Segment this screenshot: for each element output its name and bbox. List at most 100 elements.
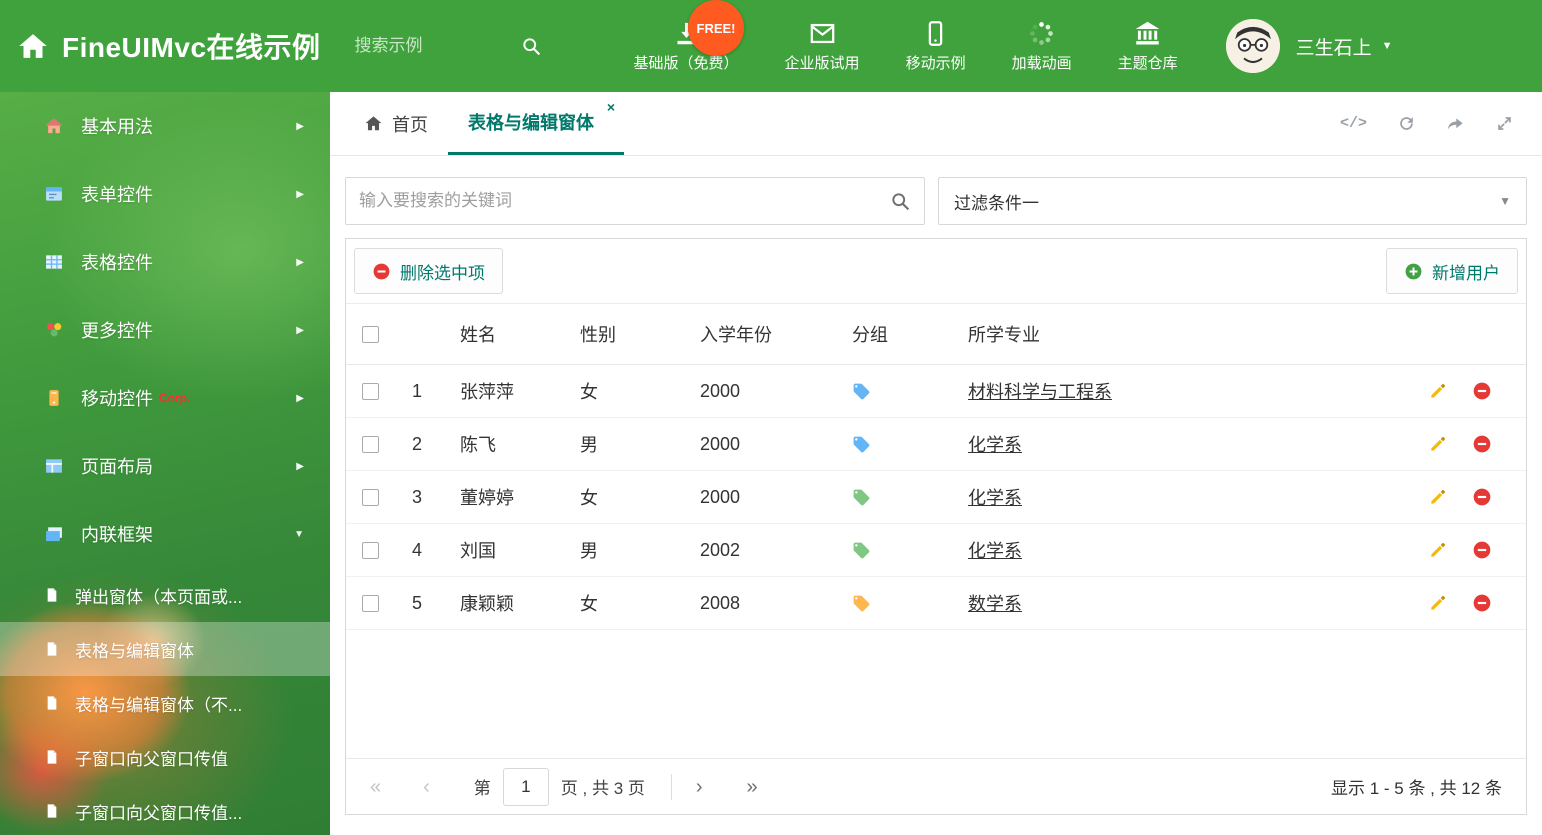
table-row: 5 康颖颖 女 2008 数学系 [346,576,1526,630]
row-checkbox[interactable] [362,436,379,454]
sidebar-subitem-popup-window[interactable]: 弹出窗体（本页面或... [0,568,330,622]
divider [670,773,672,800]
widgets-icon [47,323,62,337]
add-user-button[interactable]: 新增用户 [1386,248,1518,294]
nav-item-theme-store[interactable]: 主题仓库 [1118,20,1178,73]
caret-down-icon: ▼ [1381,39,1393,52]
sidebar-item-inline-frame[interactable]: 内联框架 ▼ [0,500,330,568]
edit-icon[interactable] [1428,593,1448,613]
delete-icon[interactable] [1472,540,1492,560]
top-header: FineUIMvc在线示例 FREE! 基础版（免费） 企业版试用 移动示例 加… [0,0,1542,92]
sidebar-subitem-child-to-parent-2[interactable]: 子窗口向父窗口传值... [0,784,330,835]
cell-name: 康颖颖 [452,576,572,630]
sidebar-subitem-grid-edit-window-2[interactable]: 表格与编辑窗体（不... [0,676,330,730]
free-badge: FREE! [688,0,744,56]
row-checkbox[interactable] [362,383,379,401]
sidebar-item-mobile-controls[interactable]: 移动控件 Corp. ▶ [0,364,330,432]
delete-selected-button[interactable]: 删除选中项 [354,248,503,294]
file-icon [47,588,57,602]
user-menu[interactable]: 三生石上 ▼ [1296,33,1393,60]
nav-item-enterprise-trial[interactable]: 企业版试用 [785,20,860,73]
major-link[interactable]: 化学系 [968,435,1022,455]
home-icon [365,116,382,131]
table-row: 2 陈飞 男 2000 化学系 [346,417,1526,471]
home-icon [19,34,47,58]
caret-down-icon: ▼ [294,528,304,540]
keyword-search-input[interactable] [359,191,890,211]
close-icon[interactable]: × [607,100,615,114]
user-avatar[interactable] [1225,19,1280,73]
refresh-icon[interactable] [1397,114,1416,133]
sidebar-subitem-child-to-parent[interactable]: 子窗口向父窗口传值 [0,730,330,784]
home-icon [45,118,63,134]
cell-gender: 男 [572,523,692,577]
page-number-input[interactable] [502,767,549,806]
avatar-face-icon [1225,19,1280,73]
major-link[interactable]: 材料科学与工程系 [968,382,1112,402]
corp-badge: Corp. [159,391,191,405]
tag-icon [853,489,870,506]
sidebar-item-more-controls[interactable]: 更多控件 ▶ [0,296,330,364]
table-row: 3 董婷婷 女 2000 化学系 [346,470,1526,524]
col-header-gender: 性别 [572,304,692,365]
delete-icon[interactable] [1472,593,1492,613]
data-table: 姓名 性别 入学年份 分组 所学专业 1 张萍萍 女 2000 材料科学与工程系… [346,304,1526,630]
delete-icon[interactable] [1472,381,1492,401]
cell-gender: 男 [572,417,692,471]
sidebar-subitem-grid-edit-window[interactable]: 表格与编辑窗体 [0,622,330,676]
tab-toolbar: </> [1340,92,1542,155]
edit-icon[interactable] [1428,487,1448,507]
envelope-icon [810,23,834,43]
page-prefix-label: 第 [473,779,491,798]
mobile-icon [928,20,943,46]
sidebar-item-form-controls[interactable]: 表单控件 ▶ [0,160,330,228]
row-checkbox[interactable] [362,595,379,613]
header-search-input[interactable] [354,36,505,56]
major-link[interactable]: 数学系 [968,594,1022,614]
bank-icon [1135,21,1160,45]
fullscreen-icon[interactable] [1495,114,1514,133]
edit-icon[interactable] [1428,381,1448,401]
first-page-button[interactable]: « [370,777,381,797]
row-checkbox[interactable] [362,542,379,560]
nav-label: 主题仓库 [1117,54,1178,72]
app-window: FineUIMvc在线示例 FREE! 基础版（免费） 企业版试用 移动示例 加… [0,0,1542,835]
file-icon [47,642,57,656]
last-page-button[interactable]: » [747,777,758,797]
edit-icon[interactable] [1428,434,1448,454]
nav-item-loading-animations[interactable]: 加载动画 [1012,20,1072,73]
keyword-search-box [345,177,925,225]
sidebar-item-grid-controls[interactable]: 表格控件 ▶ [0,228,330,296]
select-all-checkbox[interactable] [362,326,379,344]
tag-icon [853,595,870,612]
source-code-icon[interactable]: </> [1340,115,1367,132]
row-checkbox[interactable] [362,489,379,507]
delete-icon[interactable] [1472,434,1492,454]
tab-label: 表格与编辑窗体 [468,113,594,133]
arrow-right-icon: ▶ [296,188,304,200]
sidebar-item-page-layout[interactable]: 页面布局 ▶ [0,432,330,500]
cell-index: 5 [404,576,452,630]
form-icon [46,187,62,201]
cell-index: 1 [404,364,452,418]
edit-icon[interactable] [1428,540,1448,560]
major-link[interactable]: 化学系 [968,488,1022,508]
open-in-new-window-icon[interactable] [1446,114,1465,133]
tab-home[interactable]: 首页 [344,92,448,155]
next-page-button[interactable]: › [696,777,703,797]
table-row: 1 张萍萍 女 2000 材料科学与工程系 [346,364,1526,418]
search-icon[interactable] [890,191,911,212]
page-suffix-label: 页 , 共 3 页 [560,779,645,798]
search-icon[interactable] [521,36,542,57]
tab-grid-edit-window[interactable]: 表格与编辑窗体 × [448,92,624,155]
filter-dropdown[interactable]: 过滤条件一 ▼ [938,177,1527,225]
empty-area [346,630,1526,758]
file-icon [47,696,57,710]
major-link[interactable]: 化学系 [968,541,1022,561]
cell-year: 2000 [692,470,844,524]
caret-down-icon: ▼ [1499,194,1511,208]
prev-page-button[interactable]: ‹ [423,777,430,797]
sidebar-item-basic-usage[interactable]: 基本用法 ▶ [0,92,330,160]
delete-icon[interactable] [1472,487,1492,507]
nav-item-mobile-demo[interactable]: 移动示例 [906,20,966,73]
